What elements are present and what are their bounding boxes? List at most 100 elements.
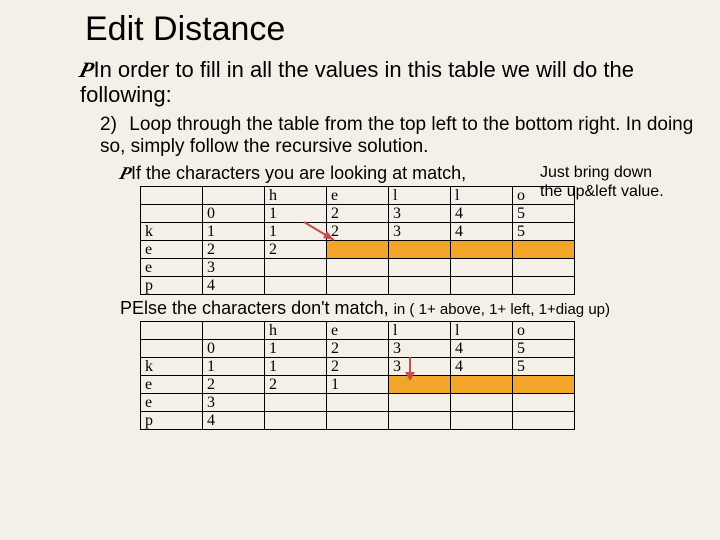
cell-highlight [513, 376, 575, 394]
table-row: k 1 1 2 3 4 5 [141, 223, 575, 241]
cell [265, 259, 327, 277]
cell [389, 394, 451, 412]
cell: e [141, 376, 203, 394]
cell-highlight [451, 241, 513, 259]
cell: k [141, 358, 203, 376]
cell: e [327, 187, 389, 205]
cell: e [327, 322, 389, 340]
cell: 3 [389, 205, 451, 223]
table-row: 0 1 2 3 4 5 [141, 340, 575, 358]
cell [389, 259, 451, 277]
cell: 4 [203, 277, 265, 295]
cell [327, 394, 389, 412]
cell-highlight [389, 241, 451, 259]
else-tail: in ( 1+ above, 1+ left, 1+diag up) [394, 301, 610, 318]
cell: 1 [203, 358, 265, 376]
table-match-block: h e l l o 0 1 2 3 4 5 k 1 1 2 3 4 5 e 2 … [140, 186, 700, 296]
cell [451, 394, 513, 412]
cell: 2 [327, 358, 389, 376]
cell-highlight [327, 241, 389, 259]
step-2: 2) Loop through the table from the top l… [100, 114, 700, 160]
cell: l [451, 187, 513, 205]
cell-highlight [513, 241, 575, 259]
cell [513, 412, 575, 430]
cell [203, 322, 265, 340]
note-line: Just bring down [540, 164, 652, 181]
cell: 5 [513, 340, 575, 358]
cell: 4 [203, 412, 265, 430]
bullet-else: PElse the characters don't match, in ( 1… [120, 298, 700, 319]
table-row: k 1 1 2 3 4 5 [141, 358, 575, 376]
cell: 2 [203, 241, 265, 259]
table-row: e 2 2 [141, 241, 575, 259]
cell [389, 277, 451, 295]
cell: 1 [265, 223, 327, 241]
cell [141, 340, 203, 358]
table-row: 0 1 2 3 4 5 [141, 205, 575, 223]
cell: 2 [265, 241, 327, 259]
table-row: e 2 2 1 [141, 376, 575, 394]
dp-table-mismatch: h e l l o 0 1 2 3 4 5 k 1 1 2 3 4 5 e 2 … [140, 321, 575, 430]
table-row: p 4 [141, 412, 575, 430]
step-body: Loop through the table from the top left… [100, 114, 693, 158]
cell-highlight [451, 376, 513, 394]
cell [265, 277, 327, 295]
cell: 2 [203, 376, 265, 394]
cell [513, 259, 575, 277]
table-row: p 4 [141, 277, 575, 295]
cell-highlight [389, 376, 451, 394]
cell: 0 [203, 340, 265, 358]
cell [513, 277, 575, 295]
cell [141, 205, 203, 223]
cell: 3 [389, 340, 451, 358]
cell [451, 259, 513, 277]
cell: 1 [327, 376, 389, 394]
cell: p [141, 277, 203, 295]
cell: p [141, 412, 203, 430]
step-number: 2) [100, 114, 124, 137]
cell: 3 [389, 223, 451, 241]
cell: h [265, 187, 327, 205]
cell: l [451, 322, 513, 340]
cell: 3 [203, 394, 265, 412]
cell: 4 [451, 358, 513, 376]
note-line: the up&left value. [540, 183, 664, 200]
table-row: h e l l o [141, 187, 575, 205]
cell [389, 412, 451, 430]
cell: 0 [203, 205, 265, 223]
cell [451, 412, 513, 430]
cell: 4 [451, 205, 513, 223]
table-row: h e l l o [141, 322, 575, 340]
cell: 5 [513, 223, 575, 241]
cell: 4 [451, 223, 513, 241]
bullet-if-text: If the characters you are looking at mat… [131, 163, 466, 183]
cell: k [141, 223, 203, 241]
cell: 5 [513, 358, 575, 376]
cell: o [513, 322, 575, 340]
cell: 4 [451, 340, 513, 358]
cell [327, 259, 389, 277]
table-row: e 3 [141, 394, 575, 412]
table-mismatch-block: h e l l o 0 1 2 3 4 5 k 1 1 2 3 4 5 e 2 … [140, 321, 700, 431]
table-row: e 3 [141, 259, 575, 277]
cell: 1 [265, 340, 327, 358]
cell: l [389, 187, 451, 205]
cell: 1 [203, 223, 265, 241]
else-lead: Else the characters don't match, [132, 298, 389, 318]
cell: 1 [265, 358, 327, 376]
cell: h [265, 322, 327, 340]
cell [141, 187, 203, 205]
cell: 5 [513, 205, 575, 223]
cell: l [389, 322, 451, 340]
cell: 2 [327, 223, 389, 241]
cell [203, 187, 265, 205]
cell [451, 277, 513, 295]
bullet-swish-icon: P [120, 298, 132, 318]
note-match: Just bring down the up&left value. [540, 164, 664, 201]
cell: e [141, 394, 203, 412]
intro-text: PIn order to fill in all the values in t… [80, 57, 700, 108]
cell [265, 394, 327, 412]
cell: 3 [203, 259, 265, 277]
cell: 2 [265, 376, 327, 394]
cell [141, 322, 203, 340]
